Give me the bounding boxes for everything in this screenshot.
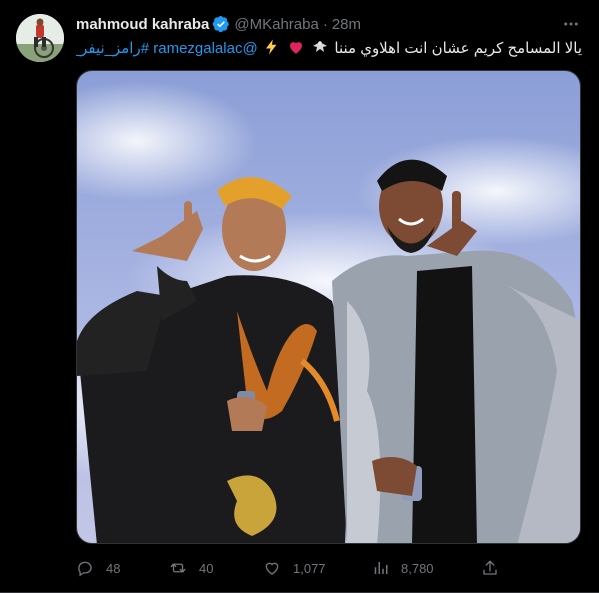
- author-handle[interactable]: @MKahraba: [234, 16, 318, 33]
- more-dots-icon: [564, 22, 578, 26]
- mention-link[interactable]: @ramezgalalac: [153, 40, 257, 57]
- media-photo: [77, 71, 580, 543]
- heart-icon: [265, 562, 279, 575]
- tweet-header: mahmoud kahraba @MKahraba · 28m: [76, 14, 361, 34]
- verified-badge-icon: [212, 15, 230, 33]
- avatar-image: [16, 14, 64, 62]
- retweet-count: 40: [199, 560, 214, 576]
- author-display-name[interactable]: mahmoud kahraba: [76, 16, 209, 33]
- avatar[interactable]: [16, 14, 64, 62]
- reply-button[interactable]: 48: [76, 557, 120, 579]
- like-button[interactable]: 1,077: [263, 557, 326, 579]
- more-options-button[interactable]: [561, 14, 581, 34]
- share-icon: [483, 560, 497, 575]
- retweet-button[interactable]: 40: [169, 557, 213, 579]
- share-button[interactable]: [481, 557, 499, 579]
- views-chart-icon: [374, 562, 388, 574]
- hashtag-link[interactable]: #رامز_نيفر_إند: [76, 40, 149, 57]
- tweet[interactable]: mahmoud kahraba @MKahraba · 28m يالا الم…: [0, 0, 599, 593]
- red-heart-icon: [287, 38, 305, 58]
- views-count: 8,780: [401, 560, 434, 576]
- tweet-media[interactable]: [76, 70, 581, 544]
- lightning-icon: [263, 38, 281, 58]
- reply-icon: [78, 561, 92, 577]
- views-button[interactable]: 8,780: [371, 557, 434, 579]
- eagle-emoji-icon: [311, 38, 329, 58]
- tweet-text: يالا المسامح كريم عشان انت اهلاوي مننا @…: [76, 38, 582, 58]
- like-count: 1,077: [293, 560, 326, 576]
- reply-count: 48: [106, 560, 121, 576]
- timestamp[interactable]: 28m: [332, 16, 361, 33]
- separator-dot: ·: [322, 15, 328, 33]
- tweet-actions: 48 40 1,077 8,780: [76, 557, 506, 579]
- retweet-icon: [170, 563, 186, 573]
- tweet-text-arabic: يالا المسامح كريم عشان انت اهلاوي مننا: [334, 40, 582, 57]
